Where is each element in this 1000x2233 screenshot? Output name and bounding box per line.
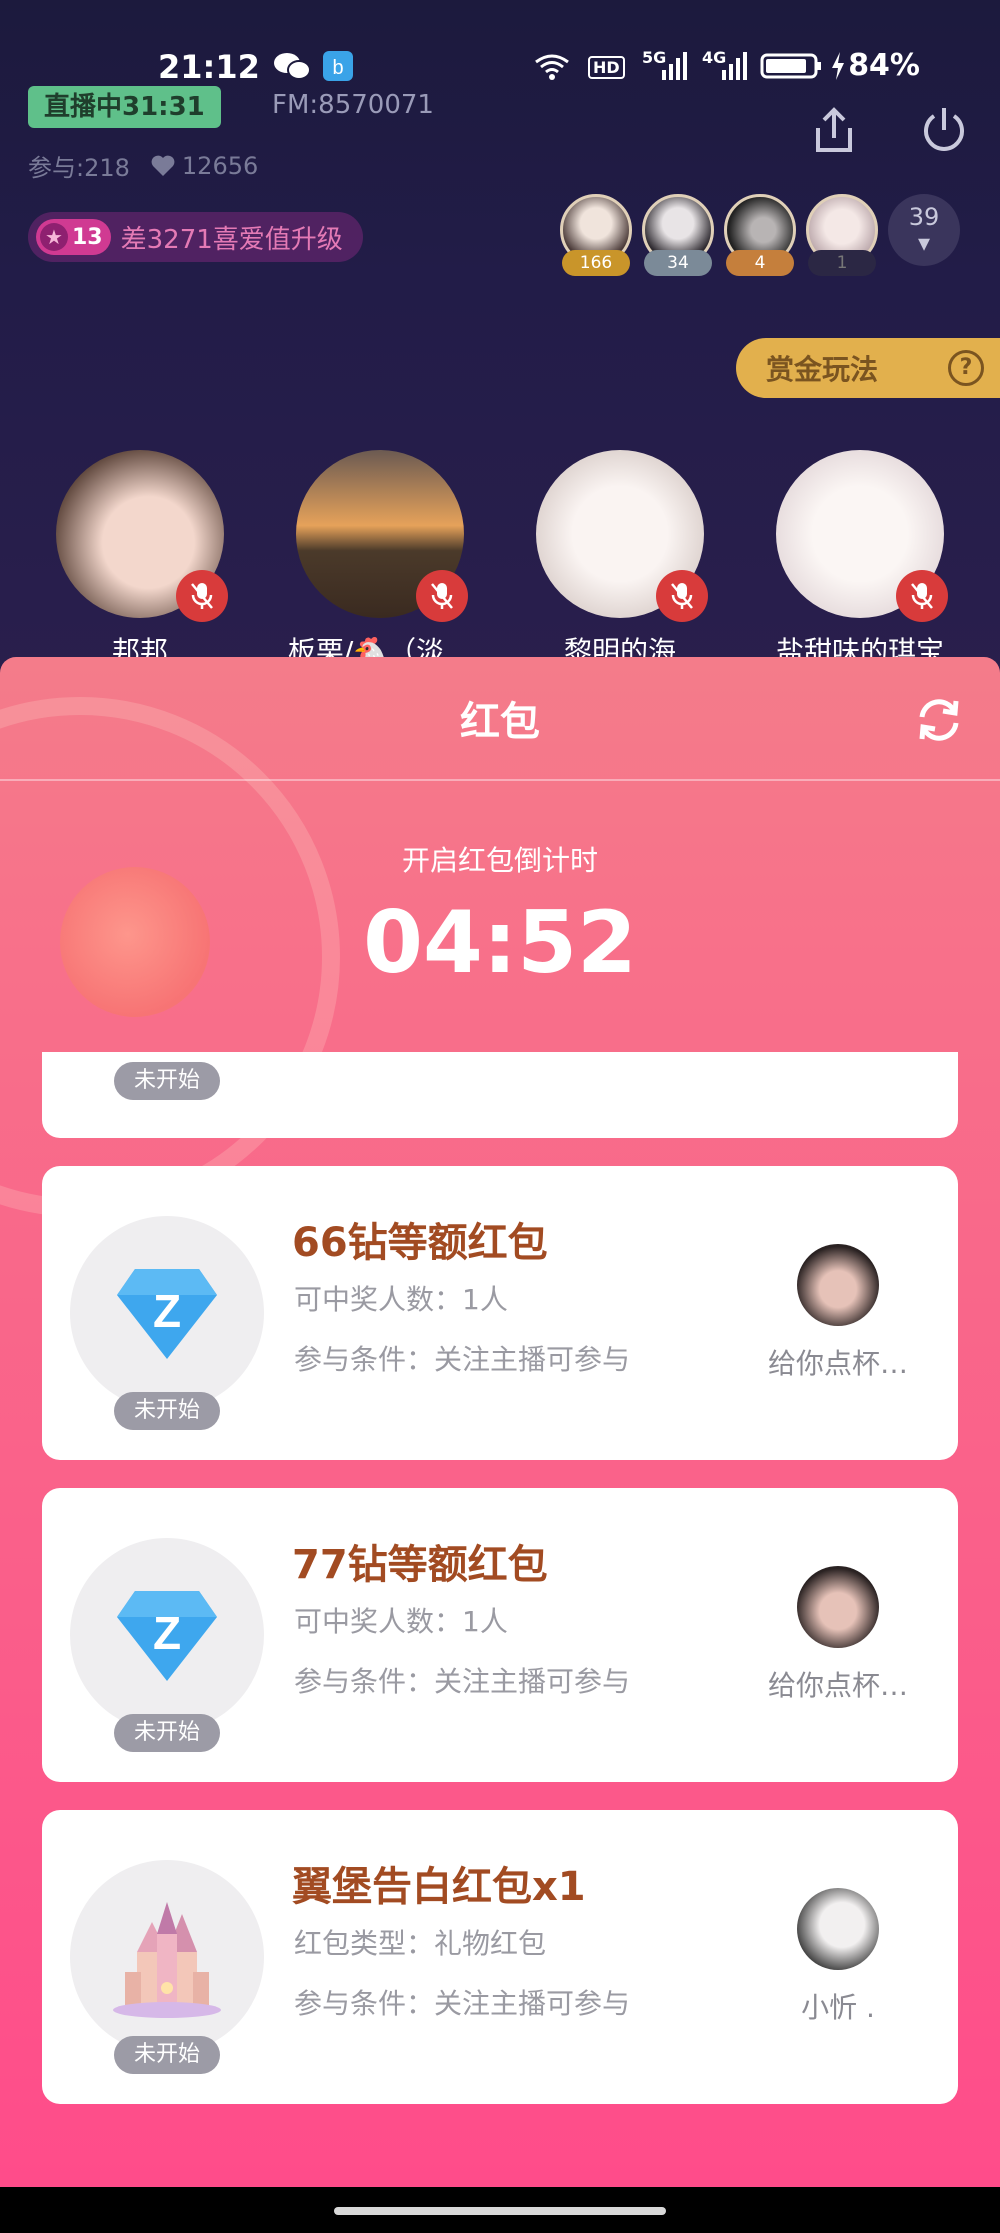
mic-muted-icon bbox=[656, 570, 708, 622]
charging-icon bbox=[832, 52, 844, 80]
packet-winners: 可中奖人数：1人 bbox=[294, 1605, 508, 1638]
packet-title: 翼堡告白红包x1 bbox=[292, 1864, 586, 1910]
packet-condition: 参与条件：关注主播可参与 bbox=[294, 1665, 631, 1698]
avatar bbox=[797, 1244, 879, 1326]
status-badge: 未开始 bbox=[114, 1714, 220, 1752]
seat-avatar bbox=[56, 450, 228, 622]
seat-avatar bbox=[776, 450, 948, 622]
countdown-timer: 04:52 bbox=[363, 893, 637, 993]
wechat-icon bbox=[274, 53, 311, 80]
packet-title: 77钻等额红包 bbox=[292, 1542, 548, 1588]
fm-id: FM:8570071 bbox=[272, 90, 434, 120]
red-packet-card[interactable]: Z 未开始 66钻等额红包 可中奖人数：1人 参与条件：关注主播可参与 给你点杯… bbox=[42, 1166, 958, 1460]
bounty-label: 赏金玩法 bbox=[766, 353, 879, 386]
status-badge: 未开始 bbox=[114, 1062, 220, 1100]
packet-condition: 参与条件：关注主播可参与 bbox=[294, 1343, 631, 1376]
mic-seats: 邦邦 板栗/🐔（淡… 黎明的海 盐甜味的琪宝 bbox=[0, 450, 1000, 670]
viewer-count: 39 bbox=[908, 203, 940, 231]
sender-name: 给你点杯… bbox=[767, 1669, 908, 1702]
mic-seat[interactable]: 板栗/🐔（淡… bbox=[280, 450, 480, 670]
red-packet-sheet: 红包 开启红包倒计时 04:52 未开始 Z 未开始 66钻等额红包 可中奖人数 bbox=[0, 657, 1000, 2187]
divider bbox=[0, 779, 1000, 781]
likes-stat: 12656 bbox=[150, 152, 258, 180]
star-icon: ★ bbox=[40, 223, 68, 251]
refresh-icon bbox=[919, 699, 959, 741]
bounty-game-button[interactable]: 赏金玩法 ? bbox=[736, 338, 1000, 398]
viewer-rank: 4 bbox=[726, 250, 794, 276]
signal-4g-icon bbox=[722, 52, 747, 80]
status-time: 21:12 bbox=[158, 48, 260, 86]
home-gesture-handle[interactable] bbox=[334, 2207, 666, 2215]
seat-avatar bbox=[296, 450, 468, 622]
level-number: 13 bbox=[72, 224, 103, 250]
status-badge: 未开始 bbox=[114, 2036, 220, 2074]
viewer-count-button[interactable]: 39 ▾ bbox=[888, 194, 960, 266]
packet-type: 红包类型：礼物红包 bbox=[294, 1927, 547, 1960]
red-packet-list: 未开始 Z 未开始 66钻等额红包 可中奖人数：1人 参与条件：关注主播可参与 … bbox=[42, 1052, 958, 2132]
red-packet-card-partial[interactable]: 未开始 bbox=[42, 1052, 958, 1138]
mic-seat[interactable]: 黎明的海 bbox=[520, 450, 720, 670]
mic-seat[interactable]: 邦邦 bbox=[40, 450, 240, 670]
battery-percent: 84% bbox=[848, 48, 920, 83]
svg-text:Z: Z bbox=[153, 1607, 181, 1659]
red-packet-card[interactable]: 未开始 翼堡告白红包x1 红包类型：礼物红包 参与条件：关注主播可参与 小忻 . bbox=[42, 1810, 958, 2104]
castle-gift-icon bbox=[70, 1860, 264, 2054]
app-notification-icon: b bbox=[323, 51, 353, 81]
likes-count: 12656 bbox=[181, 151, 259, 180]
mic-muted-icon bbox=[896, 570, 948, 622]
packet-condition: 参与条件：关注主播可参与 bbox=[294, 1987, 631, 2020]
mic-seat[interactable]: 盐甜味的琪宝 bbox=[760, 450, 960, 670]
red-packet-card[interactable]: Z 未开始 77钻等额红包 可中奖人数：1人 参与条件：关注主播可参与 给你点杯… bbox=[42, 1488, 958, 1782]
avatar bbox=[797, 1566, 879, 1648]
diamond-z-icon: Z bbox=[70, 1216, 264, 1410]
viewer-rank: 1 bbox=[808, 250, 876, 276]
viewer-avatar[interactable]: 34 bbox=[642, 194, 714, 276]
share-icon bbox=[816, 107, 852, 152]
diamond-z-icon: Z bbox=[70, 1538, 264, 1732]
viewer-avatar[interactable]: 1 bbox=[806, 194, 878, 276]
sender-name: 小忻 . bbox=[801, 1991, 875, 2024]
packet-winners: 可中奖人数：1人 bbox=[294, 1283, 508, 1316]
system-nav-bar bbox=[0, 2187, 1000, 2233]
refresh-button[interactable] bbox=[912, 693, 966, 747]
help-icon[interactable]: ? bbox=[948, 350, 984, 386]
top-viewers: 166 34 4 1 39 ▾ bbox=[560, 194, 960, 276]
seat-avatar bbox=[536, 450, 708, 622]
hd-indicator: HD bbox=[588, 56, 625, 79]
status-badge: 未开始 bbox=[114, 1392, 220, 1430]
sheet-title: 红包 bbox=[460, 699, 540, 745]
level-badge: ★ 13 bbox=[36, 219, 111, 255]
countdown-label: 开启红包倒计时 bbox=[401, 844, 598, 877]
live-duration-badge: 直播中31:31 bbox=[28, 86, 221, 128]
mic-muted-icon bbox=[416, 570, 468, 622]
packet-sender[interactable]: 给你点杯… bbox=[738, 1244, 938, 1382]
packet-title: 66钻等额红包 bbox=[292, 1220, 548, 1266]
chevron-down-icon: ▾ bbox=[917, 229, 931, 257]
viewer-rank: 166 bbox=[562, 250, 630, 276]
room-stats: 参与:218 12656 bbox=[28, 148, 258, 183]
avatar bbox=[797, 1888, 879, 1970]
participant-count: 参与:218 bbox=[28, 154, 130, 182]
viewer-rank: 34 bbox=[644, 250, 712, 276]
power-icon bbox=[924, 108, 964, 151]
viewer-avatar[interactable]: 166 bbox=[560, 194, 632, 276]
live-room-background: 21:12 b HD 5G 4G 84% 直播中31:31 FM:8570071… bbox=[0, 0, 1000, 700]
battery-icon bbox=[760, 53, 821, 79]
signal-5g-icon bbox=[662, 52, 687, 80]
mic-muted-icon bbox=[176, 570, 228, 622]
packet-sender[interactable]: 给你点杯… bbox=[738, 1566, 938, 1704]
svg-text:b: b bbox=[332, 57, 343, 79]
level-progress-pill[interactable]: ★ 13 差3271喜爱值升级 bbox=[28, 212, 363, 262]
exit-button[interactable] bbox=[914, 100, 974, 160]
sender-name: 给你点杯… bbox=[767, 1347, 908, 1380]
svg-text:Z: Z bbox=[153, 1285, 181, 1337]
level-progress-text: 差3271喜爱值升级 bbox=[120, 224, 343, 255]
packet-sender[interactable]: 小忻 . bbox=[738, 1888, 938, 2026]
viewer-avatar[interactable]: 4 bbox=[724, 194, 796, 276]
share-button[interactable] bbox=[804, 100, 864, 160]
wifi-icon bbox=[535, 54, 569, 80]
heart-icon bbox=[151, 155, 175, 176]
